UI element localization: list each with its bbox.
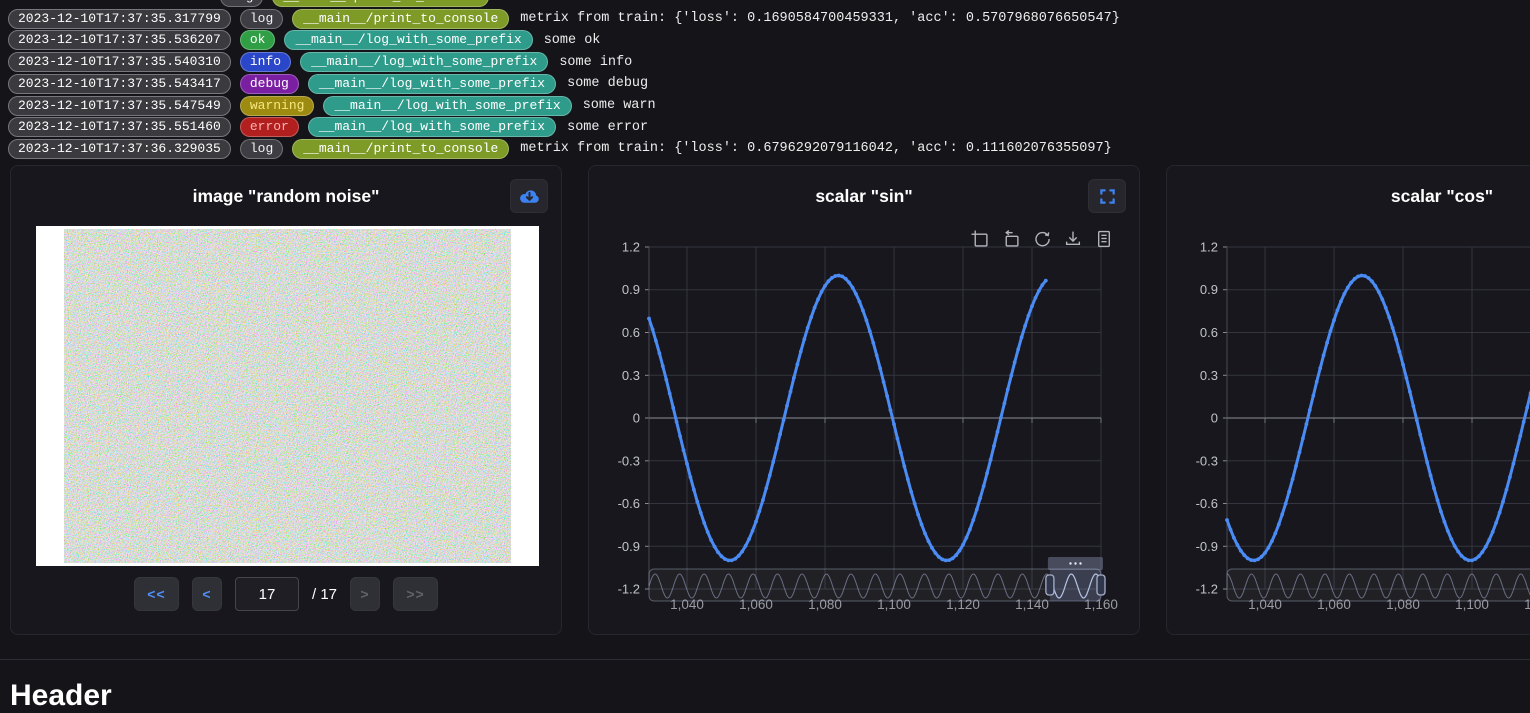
svg-text:-0.3: -0.3: [618, 453, 640, 468]
restore-icon[interactable]: [1033, 230, 1051, 248]
log-level-badge: debug: [240, 74, 299, 94]
log-timestamp: 2023-12-10T17:37:35.547549: [8, 96, 231, 116]
svg-text:-0.3: -0.3: [1196, 453, 1218, 468]
svg-text:0: 0: [1211, 411, 1218, 426]
svg-text:0.6: 0.6: [622, 325, 640, 340]
svg-text:0.3: 0.3: [1200, 368, 1218, 383]
log-timestamp: 2023-12-10T17:37:35.543417: [8, 74, 231, 94]
cos-chart-title: scalar "cos": [1167, 186, 1530, 207]
svg-text:-1.2: -1.2: [618, 582, 640, 597]
zoom-select-icon[interactable]: [971, 230, 989, 248]
cloud-download-icon: [519, 188, 540, 205]
cos-chart-canvas[interactable]: 1.20.90.60.30-0.3-0.6-0.9-1.21,0401,0601…: [1167, 236, 1530, 636]
log-list: log __main__/print_to_console 2023-12-10…: [8, 0, 1120, 159]
cos-chart-card: scalar "cos" 1.2 0.9 0.6 0.3 0 -0.3 -0.6 -0.9: [1166, 165, 1530, 635]
fullscreen-icon: [1099, 188, 1116, 205]
svg-text:1.2: 1.2: [1200, 240, 1218, 255]
log-message: some error: [567, 120, 648, 135]
section-divider: [0, 659, 1530, 660]
log-timestamp: 2023-12-10T17:37:35.536207: [8, 30, 231, 50]
page-number-input[interactable]: [235, 577, 299, 611]
log-message: metrix from train: {'loss': 0.6796292079…: [520, 141, 1111, 156]
save-image-icon[interactable]: [1064, 230, 1082, 248]
log-level-badge: warning: [240, 96, 315, 116]
log-row: log __main__/print_to_console: [8, 0, 1120, 7]
svg-text:0.3: 0.3: [622, 368, 640, 383]
sin-chart-title: scalar "sin": [589, 186, 1139, 207]
svg-text:-0.9: -0.9: [618, 539, 640, 554]
log-message: some ok: [544, 33, 601, 48]
log-row: 2023-12-10T17:37:35.551460 error __main_…: [8, 117, 1120, 137]
log-level-badge: log: [240, 9, 283, 29]
expand-chart-button[interactable]: [1088, 179, 1126, 213]
log-prefix-badge: __main__/print_to_console: [292, 139, 509, 159]
chart-toolbar: [971, 230, 1113, 248]
log-level-badge: error: [240, 117, 299, 137]
image-card-title: image "random noise": [11, 186, 561, 207]
prev-page-button[interactable]: <: [192, 577, 222, 611]
log-level-badge: log: [240, 139, 283, 159]
log-level-badge: ok: [240, 30, 276, 50]
next-page-button[interactable]: >: [350, 577, 380, 611]
log-row: 2023-12-10T17:37:35.543417 debug __main_…: [8, 74, 1120, 94]
svg-text:1.2: 1.2: [622, 240, 640, 255]
svg-text:-1.2: -1.2: [1196, 582, 1218, 597]
sin-chart-canvas[interactable]: 1.20.90.60.30-0.3-0.6-0.9-1.21,0401,0601…: [589, 236, 1141, 636]
random-noise-image: [64, 229, 511, 563]
log-prefix-badge: __main__/print_to_console: [272, 0, 489, 7]
log-prefix-badge: __main__/log_with_some_prefix: [308, 117, 556, 137]
image-frame: [36, 226, 539, 566]
log-prefix-badge: __main__/log_with_some_prefix: [308, 74, 556, 94]
svg-text:-0.9: -0.9: [1196, 539, 1218, 554]
log-row: 2023-12-10T17:37:35.536207 ok __main__/l…: [8, 30, 1120, 50]
log-level-badge: info: [240, 52, 291, 72]
last-page-button[interactable]: >>: [393, 577, 438, 611]
svg-text:-0.6: -0.6: [618, 496, 640, 511]
log-timestamp: 2023-12-10T17:37:35.551460: [8, 117, 231, 137]
svg-text:0.9: 0.9: [1200, 282, 1218, 297]
log-timestamp: 2023-12-10T17:37:35.317799: [8, 9, 231, 29]
image-pagination: << < / 17 > >>: [11, 577, 561, 611]
log-row: 2023-12-10T17:37:35.317799 log __main__/…: [8, 9, 1120, 29]
log-level-badge: log: [220, 0, 263, 7]
image-card: image "random noise" << <: [10, 165, 562, 635]
log-timestamp: 2023-12-10T17:37:35.540310: [8, 52, 231, 72]
svg-text:0: 0: [633, 411, 640, 426]
download-image-button[interactable]: [510, 179, 548, 213]
log-message: some info: [559, 55, 632, 70]
svg-text:-0.6: -0.6: [1196, 496, 1218, 511]
footer-heading: Header: [10, 679, 112, 713]
log-prefix-badge: __main__/print_to_console: [292, 9, 509, 29]
log-prefix-badge: __main__/log_with_some_prefix: [284, 30, 532, 50]
log-row: 2023-12-10T17:37:36.329035 log __main__/…: [8, 139, 1120, 159]
sin-chart-card: scalar "sin" 1.2 0.9 0.6 0.3 0 -0.3 -0.6 -0.9: [588, 165, 1140, 635]
cards-row: image "random noise" << <: [10, 165, 1530, 635]
data-view-icon[interactable]: [1095, 230, 1113, 248]
zoom-reset-icon[interactable]: [1002, 230, 1020, 248]
log-prefix-badge: __main__/log_with_some_prefix: [323, 96, 571, 116]
log-message: some warn: [583, 98, 656, 113]
page-total-label: / 17: [312, 586, 337, 603]
log-row: 2023-12-10T17:37:35.540310 info __main__…: [8, 52, 1120, 72]
log-row: 2023-12-10T17:37:35.547549 warning __mai…: [8, 95, 1120, 115]
log-timestamp: 2023-12-10T17:37:36.329035: [8, 139, 231, 159]
log-message: metrix from train: {'loss': 0.1690584700…: [520, 11, 1120, 26]
log-message: some debug: [567, 76, 648, 91]
svg-text:0.9: 0.9: [622, 282, 640, 297]
log-prefix-badge: __main__/log_with_some_prefix: [300, 52, 548, 72]
first-page-button[interactable]: <<: [134, 577, 179, 611]
svg-text:0.6: 0.6: [1200, 325, 1218, 340]
